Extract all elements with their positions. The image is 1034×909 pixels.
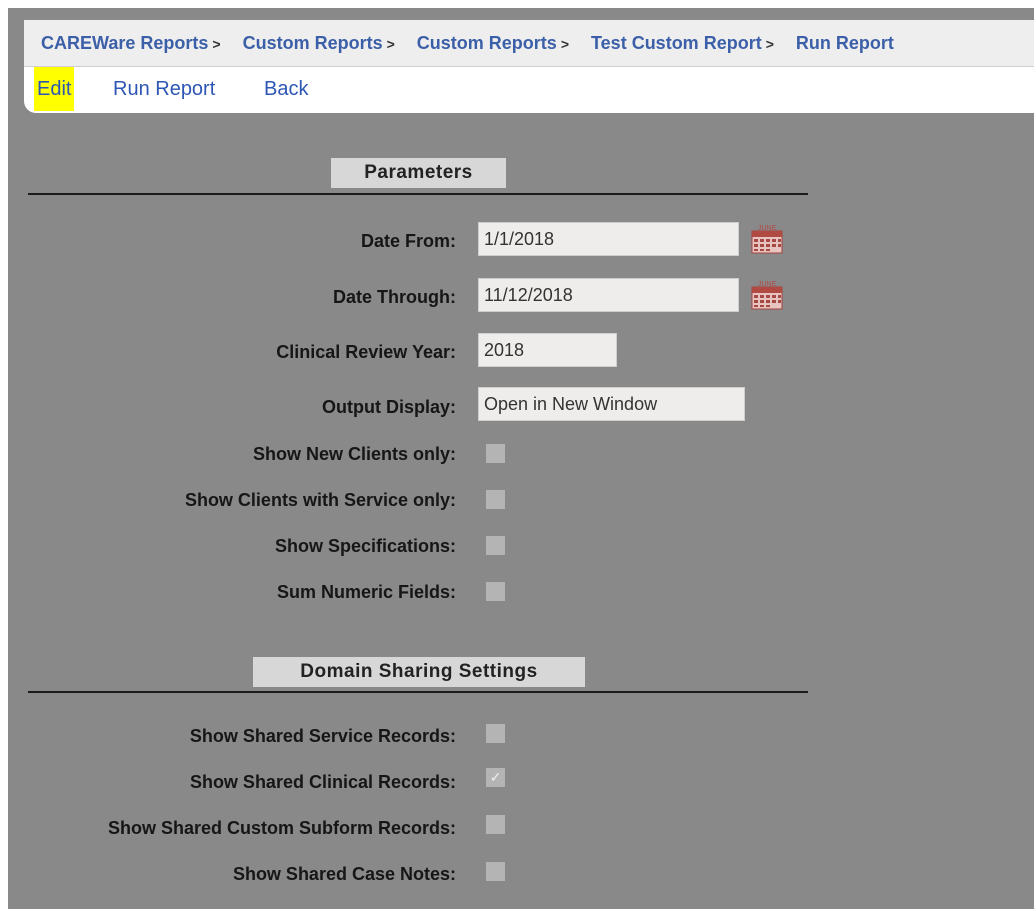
date-through-input[interactable] <box>478 278 739 312</box>
show-clients-with-service-only-checkbox[interactable] <box>486 490 505 509</box>
calendar-icon[interactable]: JUNE <box>751 278 783 312</box>
breadcrumb-separator: > <box>386 36 395 52</box>
breadcrumb-careware-reports[interactable]: CAREWare Reports <box>24 33 208 53</box>
clinical-review-year-label: Clinical Review Year: <box>276 342 456 362</box>
show-shared-case-notes-checkbox[interactable] <box>486 862 505 881</box>
report-frame <box>8 8 1034 909</box>
breadcrumb-custom-reports-2[interactable]: Custom Reports <box>400 33 557 53</box>
sum-numeric-fields-checkbox[interactable] <box>486 582 505 601</box>
show-specifications-label: Show Specifications: <box>274 536 456 556</box>
show-clients-with-service-only-label: Show Clients with Service only: <box>184 490 456 510</box>
svg-text:JUNE: JUNE <box>758 225 777 232</box>
svg-text:JUNE: JUNE <box>758 281 777 288</box>
breadcrumb-test-custom-report[interactable]: Test Custom Report <box>574 33 762 53</box>
show-new-clients-only-checkbox[interactable] <box>486 444 505 463</box>
action-bar: Edit Run Report Back <box>24 67 1034 113</box>
domain-sharing-divider <box>28 691 808 693</box>
show-shared-custom-subform-records-label: Show Shared Custom Subform Records: <box>107 818 456 838</box>
date-from-input[interactable] <box>478 222 739 256</box>
show-shared-service-records-label: Show Shared Service Records: <box>189 726 456 746</box>
breadcrumb-separator: > <box>560 36 569 52</box>
clinical-review-year-input[interactable] <box>478 333 617 367</box>
checkmark-icon: ✓ <box>489 769 502 785</box>
sum-numeric-fields-label: Sum Numeric Fields: <box>276 582 456 602</box>
show-shared-case-notes-label: Show Shared Case Notes: <box>232 864 456 884</box>
show-shared-clinical-records-label: Show Shared Clinical Records: <box>189 772 456 792</box>
show-new-clients-only-label: Show New Clients only: <box>252 444 456 464</box>
edit-link[interactable]: Edit <box>34 67 75 111</box>
breadcrumb-separator: > <box>212 36 221 52</box>
output-display-label: Output Display: <box>322 397 456 417</box>
output-display-select[interactable] <box>478 387 745 421</box>
run-report-link[interactable]: Run Report <box>113 67 215 111</box>
breadcrumb: CAREWare Reports > Custom Reports > Custom… <box>24 20 1034 67</box>
breadcrumb-separator: > <box>765 36 774 52</box>
parameters-divider <box>28 193 808 195</box>
date-through-label: Date Through: <box>333 287 456 307</box>
show-shared-service-records-checkbox[interactable] <box>486 724 505 743</box>
show-shared-clinical-records-checkbox[interactable]: ✓ <box>486 768 505 787</box>
parameters-heading: Parameters <box>331 158 506 188</box>
show-specifications-checkbox[interactable] <box>486 536 505 555</box>
back-link[interactable]: Back <box>264 67 308 111</box>
domain-sharing-heading: Domain Sharing Settings <box>253 657 585 687</box>
breadcrumb-run-report[interactable]: Run Report <box>779 33 894 53</box>
date-from-label: Date From: <box>360 231 456 251</box>
calendar-icon[interactable]: JUNE <box>751 222 783 256</box>
show-shared-custom-subform-records-checkbox[interactable] <box>486 815 505 834</box>
breadcrumb-custom-reports[interactable]: Custom Reports <box>226 33 383 53</box>
